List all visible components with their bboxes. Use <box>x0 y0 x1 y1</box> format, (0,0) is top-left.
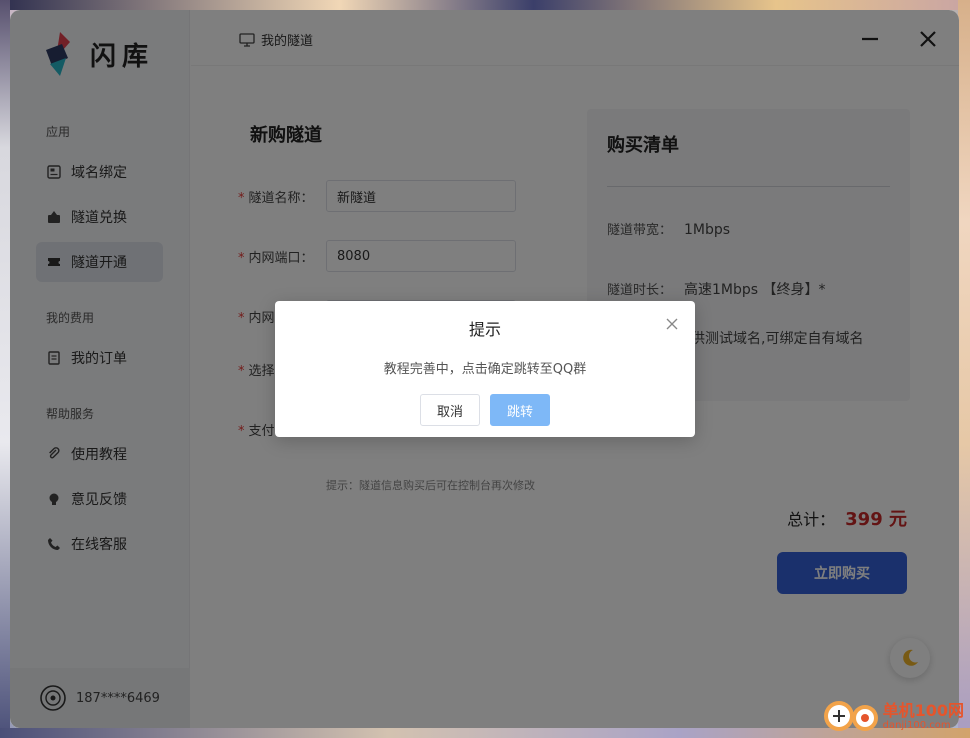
desktop-background-right <box>958 0 970 738</box>
desktop-background-top <box>0 0 970 10</box>
watermark-main: 单机100网 <box>882 700 964 720</box>
close-icon[interactable] <box>665 317 679 331</box>
jump-button[interactable]: 跳转 <box>490 394 550 426</box>
watermark: 单机100网 danji100.com <box>821 696 964 736</box>
watermark-text: 单机100网 danji100.com <box>882 700 964 731</box>
watermark-logo-icon <box>823 701 878 731</box>
dialog-message: 教程完善中，点击确定跳转至QQ群 <box>383 362 587 377</box>
alert-dialog: 提示 教程完善中，点击确定跳转至QQ群 取消 跳转 <box>275 301 695 437</box>
cancel-button[interactable]: 取消 <box>420 394 480 426</box>
dialog-title: 提示 <box>468 320 501 339</box>
desktop-background-left <box>0 0 10 738</box>
watermark-sub: danji100.com <box>882 719 951 731</box>
